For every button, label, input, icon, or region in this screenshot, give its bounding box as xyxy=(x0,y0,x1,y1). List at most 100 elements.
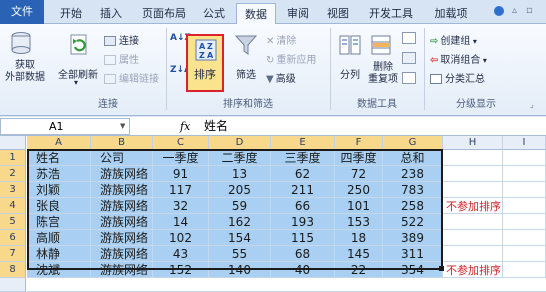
cell-q1[interactable]: 43 xyxy=(153,246,209,262)
row-header-2[interactable]: 2 xyxy=(0,166,26,182)
cell-company[interactable]: 游族网络 xyxy=(91,182,153,198)
cell-total[interactable]: 238 xyxy=(383,166,443,182)
subtotal-button[interactable]: 分类汇总 xyxy=(430,70,485,85)
tab-view[interactable]: 视图 xyxy=(320,3,356,24)
cell-total[interactable]: 311 xyxy=(383,246,443,262)
cell-company[interactable]: 游族网络 xyxy=(91,262,153,278)
tab-addins[interactable]: 加载项 xyxy=(426,3,476,24)
cell-total[interactable]: 258 xyxy=(383,198,443,214)
cell[interactable] xyxy=(503,230,546,246)
cell-company[interactable]: 游族网络 xyxy=(91,166,153,182)
cell-name[interactable]: 张良 xyxy=(27,198,91,214)
remove-duplicates-icon[interactable] xyxy=(370,34,394,56)
cell-q1[interactable]: 102 xyxy=(153,230,209,246)
cell[interactable] xyxy=(503,262,546,278)
help-icon[interactable] xyxy=(494,6,504,16)
formula-input[interactable]: 姓名 xyxy=(204,118,228,135)
connections-button[interactable]: 连接 xyxy=(104,32,139,47)
cell[interactable] xyxy=(503,214,546,230)
cell[interactable] xyxy=(443,230,503,246)
sort-button[interactable]: A Z Z A 排序 xyxy=(186,34,224,92)
cell-q3[interactable]: 66 xyxy=(271,198,335,214)
cell[interactable] xyxy=(443,166,503,182)
cell-q3[interactable]: 40 xyxy=(271,262,335,278)
cell-name[interactable]: 陈宫 xyxy=(27,214,91,230)
cell[interactable] xyxy=(503,166,546,182)
reapply-button[interactable]: ↻ 重新应用 xyxy=(266,51,316,67)
column-header-a[interactable]: A xyxy=(27,136,91,150)
tab-home[interactable]: 开始 xyxy=(52,3,90,24)
cell-q3[interactable]: 62 xyxy=(271,166,335,182)
row-header-1[interactable]: 1 xyxy=(0,150,26,166)
cell-q4[interactable]: 22 xyxy=(335,262,383,278)
restore-icon[interactable]: ▫ xyxy=(526,5,533,16)
cell-name[interactable]: 苏浩 xyxy=(27,166,91,182)
column-header-d[interactable]: D xyxy=(209,136,271,150)
cell-q2[interactable]: 13 xyxy=(209,166,271,182)
text-to-columns-button[interactable]: 分列 xyxy=(340,66,360,81)
cell-name[interactable]: 沈斌 xyxy=(27,262,91,278)
sort-a-to-z-button[interactable]: A↓Z xyxy=(170,34,191,43)
cell-q4[interactable]: 72 xyxy=(335,166,383,182)
data-validation-icon[interactable] xyxy=(402,32,416,44)
worksheet-grid[interactable]: A B C D E F G H I 1 2 3 4 5 6 7 8 姓名 公司 … xyxy=(0,136,546,292)
cell-q1[interactable]: 32 xyxy=(153,198,209,214)
group-button[interactable]: ⇨ 创建组 ▾ xyxy=(430,32,477,48)
edit-links-button[interactable]: 编辑链接 xyxy=(104,70,159,85)
cell-q1[interactable]: 152 xyxy=(153,262,209,278)
cell-company[interactable]: 游族网络 xyxy=(91,198,153,214)
cell[interactable] xyxy=(503,182,546,198)
column-header-i[interactable]: I xyxy=(503,136,546,150)
what-if-analysis-icon[interactable] xyxy=(402,72,416,84)
select-all-corner[interactable] xyxy=(0,136,26,150)
cell-header[interactable]: 公司 xyxy=(91,150,153,166)
cell-q4[interactable]: 250 xyxy=(335,182,383,198)
cell-total[interactable]: 783 xyxy=(383,182,443,198)
filter-icon[interactable] xyxy=(234,34,258,56)
tab-insert[interactable]: 插入 xyxy=(92,3,130,24)
cell-header[interactable]: 姓名 xyxy=(27,150,91,166)
cell-header[interactable]: 四季度 xyxy=(335,150,383,166)
cell-company[interactable]: 游族网络 xyxy=(91,230,153,246)
cell-name[interactable]: 高顺 xyxy=(27,230,91,246)
cell-q3[interactable]: 211 xyxy=(271,182,335,198)
cell-q2[interactable]: 205 xyxy=(209,182,271,198)
cell[interactable] xyxy=(503,198,546,214)
column-header-g[interactable]: G xyxy=(383,136,443,150)
cell-header[interactable]: 一季度 xyxy=(153,150,209,166)
cell[interactable] xyxy=(503,246,546,262)
get-external-data-button[interactable] xyxy=(8,30,42,56)
ungroup-button[interactable]: ⇦ 取消组合 ▾ xyxy=(430,51,487,67)
row-header-7[interactable]: 7 xyxy=(0,246,26,262)
consolidate-icon[interactable] xyxy=(402,52,416,64)
row-header-6[interactable]: 6 xyxy=(0,230,26,246)
insert-function-button[interactable]: fx xyxy=(180,118,190,135)
cell[interactable] xyxy=(443,246,503,262)
cell-q2[interactable]: 55 xyxy=(209,246,271,262)
empty-row[interactable] xyxy=(27,278,546,292)
cell-q2[interactable]: 162 xyxy=(209,214,271,230)
fill-handle[interactable] xyxy=(439,266,444,271)
cell-q1[interactable]: 14 xyxy=(153,214,209,230)
cell-name[interactable]: 刘颖 xyxy=(27,182,91,198)
cell-total[interactable]: 522 xyxy=(383,214,443,230)
cell-header[interactable]: 三季度 xyxy=(271,150,335,166)
tab-file[interactable]: 文件 xyxy=(0,0,44,24)
cell-total[interactable]: 389 xyxy=(383,230,443,246)
tab-review[interactable]: 审阅 xyxy=(280,3,316,24)
filter-button[interactable]: 筛选 xyxy=(236,66,256,81)
refresh-icon[interactable] xyxy=(66,32,92,58)
cell-q3[interactable]: 68 xyxy=(271,246,335,262)
tab-page-layout[interactable]: 页面布局 xyxy=(134,3,194,24)
tab-formulas[interactable]: 公式 xyxy=(196,3,232,24)
column-header-e[interactable]: E xyxy=(271,136,335,150)
tab-developer[interactable]: 开发工具 xyxy=(360,3,422,24)
cell-name[interactable]: 林静 xyxy=(27,246,91,262)
text-to-columns-icon[interactable] xyxy=(338,34,362,56)
column-header-b[interactable]: B xyxy=(91,136,153,150)
sort-z-to-a-button[interactable]: Z↓A xyxy=(170,66,191,75)
cell-q3[interactable]: 115 xyxy=(271,230,335,246)
cell[interactable] xyxy=(443,214,503,230)
cell[interactable] xyxy=(443,182,503,198)
row-header-8[interactable]: 8 xyxy=(0,262,26,278)
